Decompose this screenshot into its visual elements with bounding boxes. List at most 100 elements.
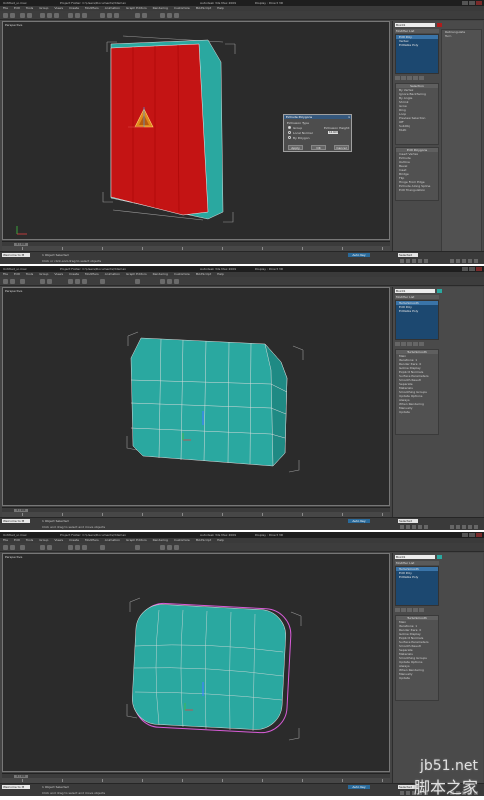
move-icon[interactable]	[68, 545, 73, 550]
move-icon[interactable]	[68, 279, 73, 284]
move-icon[interactable]	[68, 13, 73, 18]
group-radio[interactable]	[288, 126, 291, 129]
rollout-item[interactable]: Multi	[396, 128, 438, 132]
rotate-icon[interactable]	[75, 13, 80, 18]
zoom-all-icon[interactable]	[456, 525, 460, 529]
region-select-icon[interactable]	[54, 13, 59, 18]
menu-graph-editors[interactable]: Graph Editors	[126, 272, 147, 276]
orbit-icon[interactable]	[468, 259, 472, 263]
menu-views[interactable]: Views	[54, 272, 63, 276]
modifier-list-dropdown[interactable]: Modifier List	[395, 561, 439, 565]
selection-filter-dropdown[interactable]: Selected	[398, 253, 418, 257]
menu-views[interactable]: Views	[54, 6, 63, 10]
material-editor-icon[interactable]	[160, 545, 165, 550]
configure-sets-icon[interactable]	[419, 342, 424, 346]
close-icon[interactable]	[476, 1, 482, 5]
modifier-stack[interactable]: Edit Poly Vertex Editable Poly	[395, 34, 439, 74]
make-unique-icon[interactable]	[407, 342, 412, 346]
pin-stack-icon[interactable]	[395, 76, 400, 80]
select-by-name-icon[interactable]	[47, 545, 52, 550]
selection-filter-dropdown[interactable]: Selected	[398, 519, 418, 523]
menu-create[interactable]: Create	[69, 272, 79, 276]
menu-help[interactable]: Help	[217, 6, 224, 10]
select-icon[interactable]	[40, 545, 45, 550]
maximize-icon[interactable]	[469, 533, 475, 537]
auto-key-button[interactable]: Auto Key	[348, 519, 370, 523]
dialog-close-icon[interactable]: x	[348, 115, 350, 119]
orbit-icon[interactable]	[468, 525, 472, 529]
link-icon[interactable]	[20, 13, 25, 18]
previous-frame-icon[interactable]	[406, 525, 410, 529]
rotate-icon[interactable]	[75, 545, 80, 550]
stack-item[interactable]: Editable Poly	[396, 309, 438, 313]
perspective-viewport[interactable]: Perspective	[2, 287, 390, 506]
menu-modifiers[interactable]: Modifiers	[85, 538, 99, 542]
menu-rendering[interactable]: Rendering	[153, 272, 168, 276]
stack-item[interactable]: Editable Poly	[396, 43, 438, 47]
viewport-label[interactable]: Perspective	[5, 555, 22, 559]
menu-views[interactable]: Views	[54, 538, 63, 542]
menu-edit[interactable]: Edit	[14, 6, 20, 10]
modifier-stack[interactable]: TurboSmooth Edit Poly Editable Poly	[395, 300, 439, 340]
menu-animation[interactable]: Animation	[105, 538, 120, 542]
update-button[interactable]: Update	[396, 676, 438, 680]
previous-frame-icon[interactable]	[406, 791, 410, 795]
previous-frame-icon[interactable]	[406, 259, 410, 263]
menu-animation[interactable]: Animation	[105, 6, 120, 10]
pan-icon[interactable]	[462, 259, 466, 263]
minimize-icon[interactable]	[462, 533, 468, 537]
menu-tools[interactable]: Tools	[26, 272, 33, 276]
pan-icon[interactable]	[462, 525, 466, 529]
menu-tools[interactable]: Tools	[26, 6, 33, 10]
object-name-field[interactable]: Box01	[395, 289, 435, 293]
object-name-field[interactable]: Box01	[395, 23, 435, 27]
apply-button[interactable]: Apply	[288, 145, 303, 150]
by-polygon-radio[interactable]	[288, 136, 291, 139]
stack-item[interactable]: Editable Poly	[396, 575, 438, 579]
redo-icon[interactable]	[10, 545, 15, 550]
show-end-result-icon[interactable]	[401, 608, 406, 612]
show-end-result-icon[interactable]	[401, 76, 406, 80]
object-color-swatch[interactable]	[437, 555, 442, 559]
viewport-label[interactable]: Perspective	[5, 289, 22, 293]
menu-modifiers[interactable]: Modifiers	[85, 272, 99, 276]
menu-maxscript[interactable]: MAXScript	[196, 272, 211, 276]
modifier-stack[interactable]: TurboSmooth Edit Poly Editable Poly	[395, 566, 439, 606]
menu-group[interactable]: Group	[39, 538, 48, 542]
menu-graph-editors[interactable]: Graph Editors	[126, 6, 147, 10]
modifier-list-dropdown[interactable]: Modifier List	[395, 295, 439, 299]
menu-group[interactable]: Group	[39, 272, 48, 276]
zoom-icon[interactable]	[450, 259, 454, 263]
maxscript-listener[interactable]: Welcome to M	[2, 785, 30, 789]
close-icon[interactable]	[476, 533, 482, 537]
percent-snap-icon[interactable]	[114, 13, 119, 18]
scale-icon[interactable]	[82, 13, 87, 18]
play-icon[interactable]	[412, 525, 416, 529]
perspective-viewport[interactable]: Perspective	[2, 553, 390, 772]
object-color-swatch[interactable]	[437, 23, 442, 27]
zoom-icon[interactable]	[450, 525, 454, 529]
configure-sets-icon[interactable]	[419, 608, 424, 612]
auto-key-button[interactable]: Auto Key	[348, 785, 370, 789]
extrusion-height-spinner[interactable]: 10.0mm	[328, 131, 339, 134]
maximize-icon[interactable]	[469, 1, 475, 5]
menu-edit[interactable]: Edit	[14, 272, 20, 276]
menu-create[interactable]: Create	[69, 538, 79, 542]
menu-tools[interactable]: Tools	[26, 538, 33, 542]
material-editor-icon[interactable]	[160, 279, 165, 284]
unlink-icon[interactable]	[27, 13, 32, 18]
select-icon[interactable]	[40, 279, 45, 284]
menu-customize[interactable]: Customize	[174, 272, 190, 276]
menu-animation[interactable]: Animation	[105, 272, 120, 276]
maximize-viewport-icon[interactable]	[474, 259, 478, 263]
next-frame-icon[interactable]	[418, 259, 422, 263]
close-icon[interactable]	[476, 267, 482, 271]
local-normal-radio[interactable]	[288, 131, 291, 134]
maximize-viewport-icon[interactable]	[474, 525, 478, 529]
maximize-icon[interactable]	[469, 267, 475, 271]
mirror-icon[interactable]	[135, 279, 140, 284]
object-name-field[interactable]: Box01	[395, 555, 435, 559]
menu-customize[interactable]: Customize	[174, 6, 190, 10]
remove-modifier-icon[interactable]	[413, 608, 418, 612]
remove-modifier-icon[interactable]	[413, 76, 418, 80]
